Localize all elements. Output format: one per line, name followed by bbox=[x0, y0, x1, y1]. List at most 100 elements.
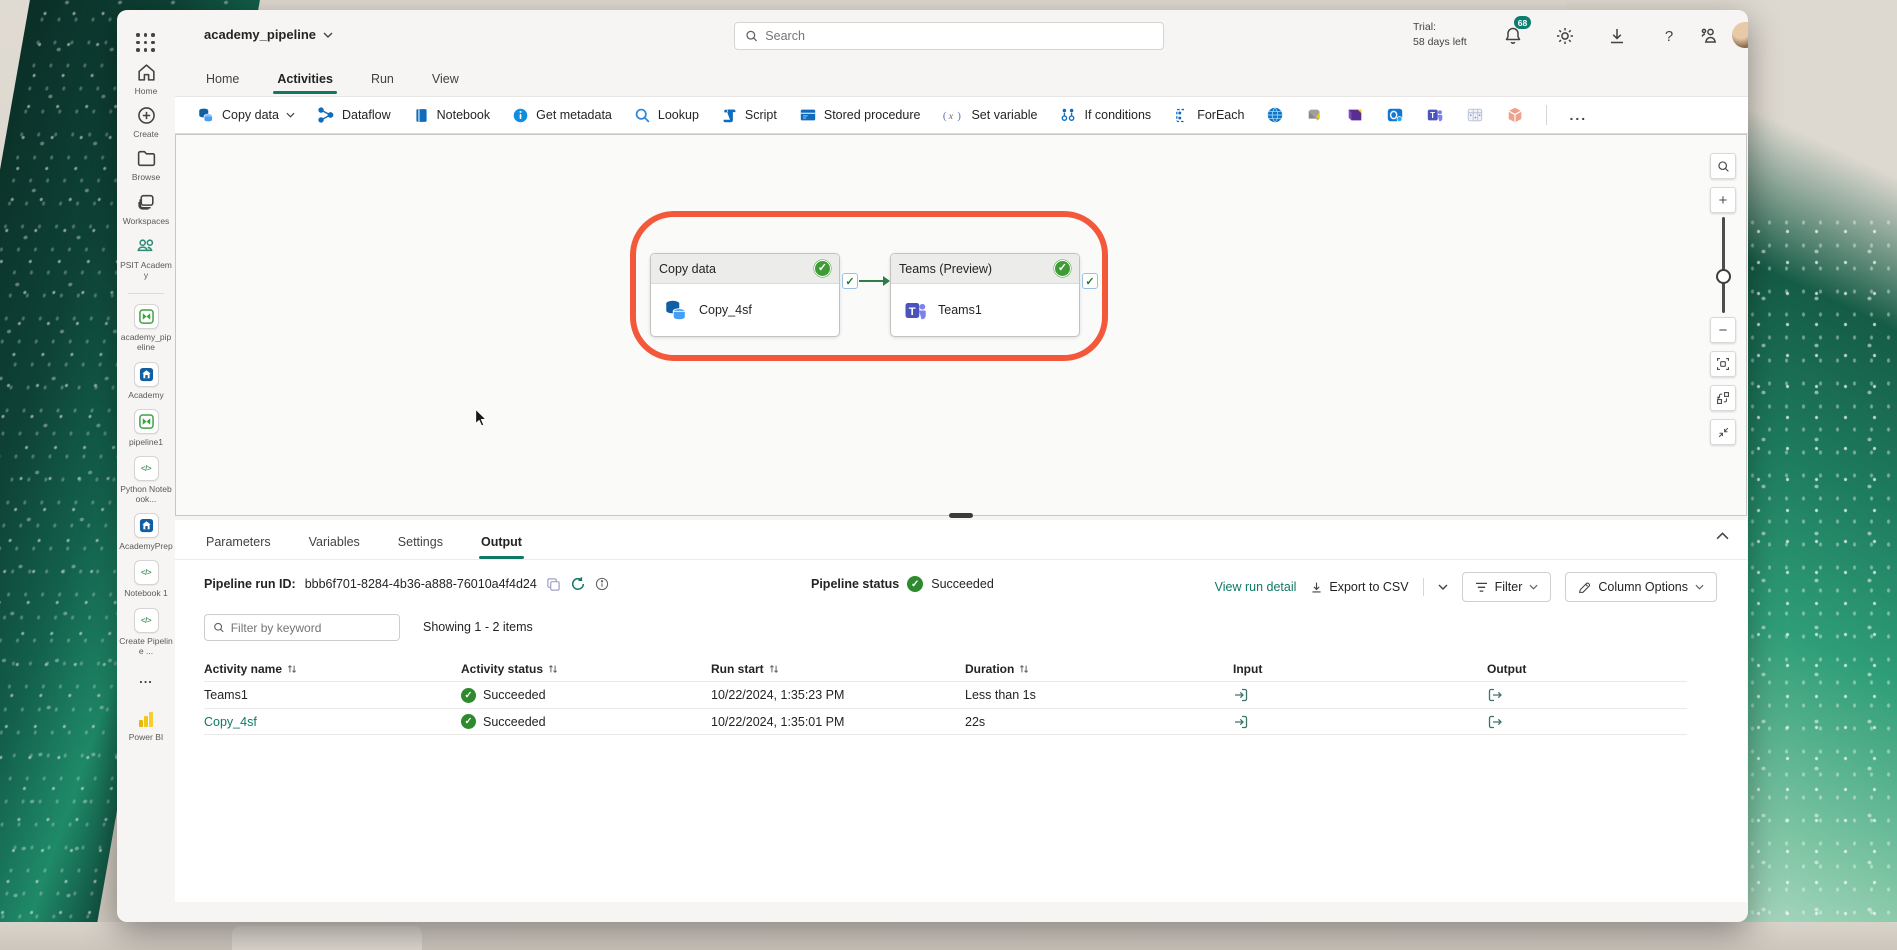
home-icon bbox=[136, 62, 157, 83]
sidebar-item-academy-pipeline[interactable]: academy_pipeline bbox=[118, 304, 174, 352]
column-header-activity-name[interactable]: Activity name bbox=[204, 662, 461, 676]
toolbar-functions-activity[interactable] bbox=[1306, 106, 1324, 124]
toolbar-if-conditions[interactable]: If conditions bbox=[1059, 106, 1151, 124]
panel-splitter-handle[interactable] bbox=[949, 513, 973, 518]
tab-home[interactable]: Home bbox=[204, 66, 241, 92]
zoom-to-fit-button[interactable] bbox=[1710, 351, 1736, 377]
on-success-checkbox[interactable]: ✓ bbox=[842, 273, 858, 289]
webhook-icon bbox=[1506, 106, 1524, 124]
svg-text:(: ( bbox=[943, 110, 947, 122]
on-success-checkbox[interactable]: ✓ bbox=[1082, 273, 1098, 289]
node-header: Copy data ✓ bbox=[651, 254, 839, 284]
sidebar-item-create[interactable]: Create bbox=[118, 105, 174, 139]
more-dots-icon: ... bbox=[139, 671, 153, 686]
sidebar-item-browse[interactable]: Browse bbox=[118, 148, 174, 182]
zoom-in-button[interactable]: + bbox=[1710, 187, 1736, 213]
help-icon[interactable]: ? bbox=[1659, 26, 1679, 46]
sidebar-item-powerbi[interactable]: Power BI bbox=[118, 709, 174, 742]
toolbar-outlook-activity[interactable] bbox=[1386, 106, 1404, 124]
sidebar-item-notebook1[interactable]: </> Notebook 1 bbox=[118, 560, 174, 598]
activity-node-teams[interactable]: Teams (Preview) ✓ T Teams1 bbox=[890, 253, 1080, 337]
filter-button[interactable]: Filter bbox=[1462, 572, 1552, 602]
column-header-duration[interactable]: Duration bbox=[965, 662, 1233, 676]
output-icon[interactable] bbox=[1487, 687, 1503, 703]
refresh-icon[interactable] bbox=[570, 576, 586, 592]
download-icon[interactable] bbox=[1607, 26, 1627, 46]
toolbar-semantic-model-activity[interactable] bbox=[1466, 106, 1484, 124]
kql-icon bbox=[1346, 106, 1364, 124]
sidebar-item-more[interactable]: ... bbox=[118, 671, 174, 686]
sidebar-item-workspaces[interactable]: Workspaces bbox=[118, 192, 174, 226]
toolbar-overflow-button[interactable]: ... bbox=[1569, 107, 1587, 123]
toolbar-set-variable[interactable]: (x) Set variable bbox=[942, 107, 1037, 123]
collapse-output-button[interactable] bbox=[1710, 419, 1736, 445]
pipeline-canvas[interactable]: Copy data ✓ Copy_4sf ✓ Teams (Preview) ✓… bbox=[175, 134, 1747, 516]
sidebar-item-academy[interactable]: Academy bbox=[118, 362, 174, 400]
sidebar-item-psit-academy[interactable]: PSIT Academy bbox=[118, 235, 174, 280]
notifications-bell-icon[interactable] bbox=[1503, 26, 1523, 46]
toolbar-webhook-activity[interactable] bbox=[1506, 106, 1524, 124]
toolbar-dataflow[interactable]: Dataflow bbox=[317, 106, 391, 124]
canvas-search-button[interactable] bbox=[1710, 153, 1736, 179]
diagonal-collapse-icon bbox=[1717, 426, 1730, 439]
column-header-run-start[interactable]: Run start bbox=[711, 662, 965, 676]
auto-align-button[interactable] bbox=[1710, 385, 1736, 411]
zoom-slider-thumb[interactable] bbox=[1716, 269, 1731, 284]
info-icon[interactable] bbox=[595, 577, 609, 591]
toolbar-stored-procedure[interactable]: Stored procedure bbox=[799, 106, 921, 124]
pipeline-title-menu[interactable]: academy_pipeline bbox=[204, 27, 333, 42]
export-to-csv-button[interactable]: Export to CSV bbox=[1310, 580, 1408, 594]
column-options-button[interactable]: Column Options bbox=[1565, 572, 1717, 602]
toolbar-kql-activity[interactable] bbox=[1346, 106, 1364, 124]
notebook-icon bbox=[413, 107, 430, 124]
input-icon[interactable] bbox=[1233, 714, 1249, 730]
sidebar-item-home[interactable]: Home bbox=[118, 62, 174, 96]
showing-count-text: Showing 1 - 2 items bbox=[423, 620, 533, 634]
collapse-panel-chevron-icon[interactable] bbox=[1716, 532, 1729, 540]
tab-activities[interactable]: Activities bbox=[275, 66, 335, 92]
sidebar-item-create-pipeline[interactable]: </> Create Pipeline ... bbox=[118, 608, 174, 656]
tab-parameters[interactable]: Parameters bbox=[204, 525, 273, 559]
zoom-slider[interactable] bbox=[1710, 217, 1736, 313]
toolbar-notebook[interactable]: Notebook bbox=[413, 107, 491, 124]
sort-icon bbox=[287, 664, 297, 674]
table-row[interactable]: Copy_4sf ✓ Succeeded 10/22/2024, 1:35:01… bbox=[204, 708, 1687, 735]
copy-icon[interactable] bbox=[546, 577, 561, 592]
search-input[interactable] bbox=[765, 29, 1153, 43]
table-row[interactable]: Teams1 ✓ Succeeded 10/22/2024, 1:35:23 P… bbox=[204, 681, 1687, 708]
toolbar-teams-activity[interactable]: T bbox=[1426, 106, 1444, 124]
zoom-out-button[interactable]: − bbox=[1710, 317, 1736, 343]
sidebar-item-python-notebook[interactable]: </> Python Notebook... bbox=[118, 456, 174, 504]
toolbar-get-metadata[interactable]: Get metadata bbox=[512, 107, 612, 124]
plus-circle-icon bbox=[136, 105, 157, 126]
tab-settings[interactable]: Settings bbox=[396, 525, 445, 559]
foreach-icon bbox=[1173, 107, 1190, 124]
settings-gear-icon[interactable] bbox=[1555, 26, 1575, 46]
output-icon[interactable] bbox=[1487, 714, 1503, 730]
chevron-down-icon[interactable] bbox=[1438, 584, 1448, 590]
tab-output[interactable]: Output bbox=[479, 525, 524, 559]
toolbar-lookup[interactable]: Lookup bbox=[634, 107, 699, 124]
toolbar-script[interactable]: Script bbox=[721, 107, 777, 124]
toolbar-foreach[interactable]: ForEach bbox=[1173, 107, 1244, 124]
input-icon[interactable] bbox=[1233, 687, 1249, 703]
sidebar-item-pipeline1[interactable]: pipeline1 bbox=[118, 409, 174, 447]
toolbar-web-activity[interactable] bbox=[1266, 106, 1284, 124]
tab-variables[interactable]: Variables bbox=[307, 525, 362, 559]
sidebar-item-academyprep[interactable]: AcademyPrep bbox=[118, 513, 174, 551]
view-run-detail-link[interactable]: View run detail bbox=[1215, 580, 1297, 594]
lookup-icon bbox=[634, 107, 651, 124]
tab-view[interactable]: View bbox=[430, 66, 461, 92]
canvas-controls: + − bbox=[1710, 153, 1736, 453]
pipeline-status-label: Pipeline status bbox=[811, 577, 899, 591]
activity-node-copy-data[interactable]: Copy data ✓ Copy_4sf bbox=[650, 253, 840, 337]
keyword-filter-input[interactable] bbox=[231, 621, 391, 635]
toolbar-copy-data[interactable]: Copy data bbox=[197, 106, 295, 124]
column-header-activity-status[interactable]: Activity status bbox=[461, 662, 711, 676]
page-title: academy_pipeline bbox=[204, 27, 316, 42]
user-avatar[interactable] bbox=[1732, 22, 1748, 48]
tab-run[interactable]: Run bbox=[369, 66, 396, 92]
cell-activity-name-link[interactable]: Copy_4sf bbox=[204, 715, 461, 729]
feedback-person-icon[interactable] bbox=[1699, 26, 1719, 46]
edit-columns-icon bbox=[1578, 581, 1591, 594]
